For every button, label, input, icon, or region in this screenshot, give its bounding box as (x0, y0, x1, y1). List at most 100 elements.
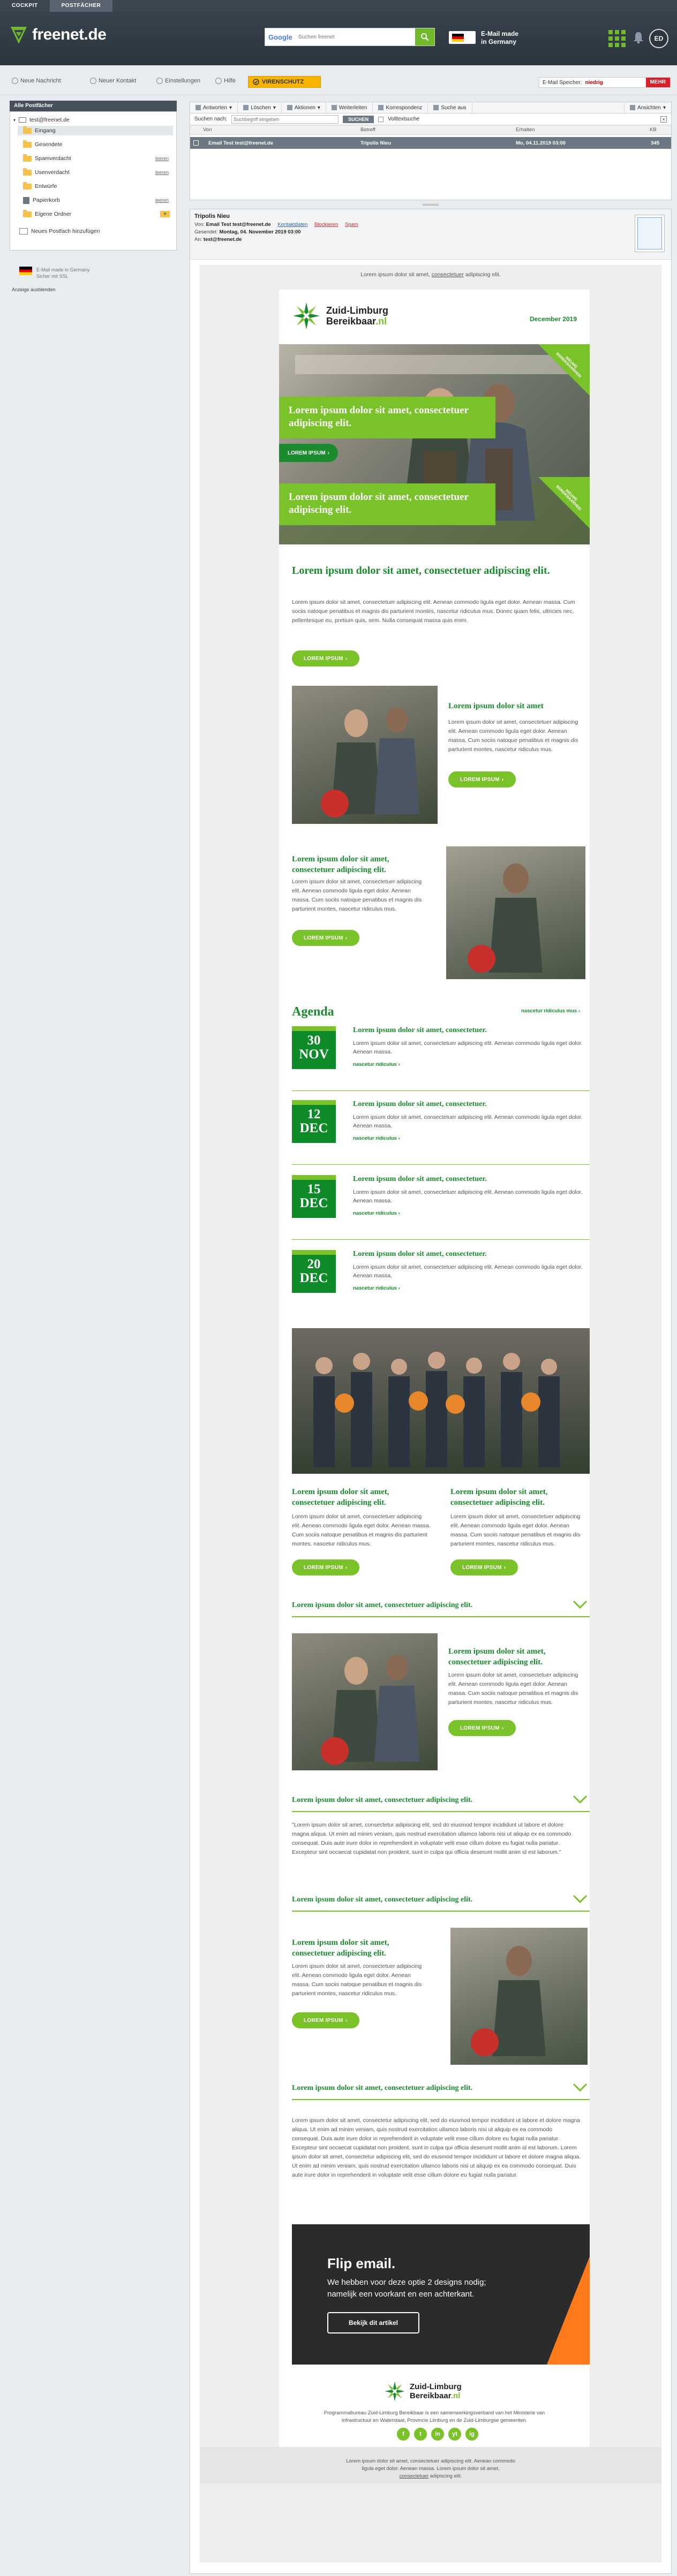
block4-button[interactable]: LOREM IPSUM › (292, 2012, 359, 2028)
agenda-item[interactable]: 15 DEC Lorem ipsum dolor sit amet, consec… (292, 1175, 590, 1245)
long-text: Lorem ipsum dolor sit amet, consectetur … (292, 2117, 581, 2178)
flip-accent (547, 2256, 590, 2365)
sidebar-item-spamverdacht[interactable]: Spamverdacht leeren (23, 154, 173, 163)
agenda-more-link[interactable]: nascetur ridiculus mus › (521, 1008, 580, 1014)
search-off-button[interactable]: Suche aus (428, 102, 472, 113)
twitter-icon[interactable]: t (414, 2428, 427, 2441)
table-row[interactable]: Email Test test@freenet.de Tripolis Nieu… (190, 137, 671, 149)
more-storage-button[interactable]: MEHR (645, 78, 670, 87)
col-betreff[interactable]: Betreff (360, 127, 375, 133)
help-button[interactable]: Hilfe (215, 78, 236, 84)
freenet-logo[interactable]: freenet.de (10, 25, 107, 45)
agenda-item[interactable]: 12 DEC Lorem ipsum dolor sit amet, consec… (292, 1100, 590, 1170)
sidebar-item-eingang[interactable]: Eingang (18, 126, 173, 135)
hero-image: NIEUWE BEREIKBAARHEID Lorem ipsum dolor … (279, 344, 590, 544)
hide-ads-link[interactable]: Anzeige ausblenden (12, 287, 56, 292)
agenda-link[interactable]: nascetur ridiculus › (353, 1210, 400, 1216)
delete-button[interactable]: Löschen ▾ (238, 102, 282, 113)
trash-icon (243, 105, 249, 110)
intro-title: Lorem ipsum dolor sit amet, consectetuer… (292, 565, 550, 577)
pane-splitter[interactable] (190, 202, 672, 207)
linkedin-icon[interactable]: in (431, 2428, 444, 2441)
actions-button[interactable]: Aktionen ▾ (282, 102, 326, 113)
search-button[interactable] (415, 28, 434, 46)
sidebar-account[interactable]: ▾ test@freenet.de (13, 115, 70, 125)
google-label: Google (268, 33, 292, 41)
correspondence-button[interactable]: Korrespondenz (373, 102, 428, 113)
agenda-link[interactable]: nascetur ridiculus › (353, 1135, 400, 1141)
print-thumbnail[interactable] (635, 215, 665, 252)
plus-icon (90, 78, 96, 84)
col1-button[interactable]: LOREM IPSUM › (292, 1559, 359, 1575)
preheader-link[interactable]: consectetuer (432, 271, 464, 278)
empty-folder-link[interactable]: leeren (155, 170, 169, 175)
spam-link[interactable]: Spam (345, 222, 358, 228)
footer-link[interactable]: consectetuer (400, 2473, 428, 2479)
virus-protection-button[interactable]: VIRENSCHUTZ (248, 76, 321, 88)
accordion-3[interactable]: Lorem ipsum dolor sit amet, consectetuer… (292, 1888, 590, 1912)
block3-button[interactable]: LOREM IPSUM › (448, 1720, 516, 1736)
agenda-item[interactable]: 30 NOV Lorem ipsum dolor sit amet, consec… (292, 1026, 590, 1096)
new-message-button[interactable]: Neue Nachricht (12, 78, 61, 84)
apps-grid-icon[interactable] (608, 30, 626, 47)
col-von[interactable]: Von (203, 127, 212, 133)
newsletter-wrapper: Lorem ipsum dolor sit amet, consectetuer… (200, 265, 661, 2563)
col-kb[interactable]: KB (650, 127, 657, 133)
view-button[interactable]: Ansichten ▾ (624, 102, 671, 113)
mail-search-button[interactable]: SUCHEN (343, 115, 374, 123)
app-header: freenet.de Google E-Mail made in Germany… (0, 12, 677, 65)
forward-button[interactable]: Weiterleiten (326, 102, 373, 113)
fulltext-checkbox[interactable] (378, 116, 384, 122)
empty-folder-link[interactable]: leeren (155, 156, 169, 161)
reply-button[interactable]: Antworten ▾ (190, 102, 238, 113)
mail-list-header: Von Betreff Erhalten KB (190, 125, 671, 135)
row-checkbox[interactable] (193, 140, 199, 146)
zuid-limburg-logo[interactable]: Zuid-Limburg Bereikbaar.nl (292, 301, 388, 330)
close-icon[interactable]: × (660, 116, 667, 123)
social-links: f t in yt ig (397, 2428, 478, 2441)
accordion-2[interactable]: Lorem ipsum dolor sit amet, consectetuer… (292, 1789, 590, 1812)
youtube-icon[interactable]: yt (448, 2428, 461, 2441)
flip-button[interactable]: Bekijk dit artikel (327, 2312, 419, 2333)
settings-button[interactable]: Einstellungen (156, 78, 200, 84)
sidebar-item-eigene-ordner[interactable]: Eigene Ordner + (23, 209, 173, 219)
block2-button[interactable]: LOREM IPSUM › (292, 930, 359, 946)
accordion-1[interactable]: Lorem ipsum dolor sit amet, consectetuer… (292, 1594, 590, 1617)
mail-search-input[interactable] (231, 115, 339, 124)
date-badge: 20 DEC (292, 1250, 336, 1293)
sidebar-item-entwuerfe[interactable]: Entwürfe (23, 181, 57, 191)
agenda-item[interactable]: 20 DEC Lorem ipsum dolor sit amet, consec… (292, 1250, 590, 1320)
block-link[interactable]: Blockieren (314, 222, 338, 228)
block1-button[interactable]: LOREM IPSUM › (448, 771, 516, 787)
sidebar-item-usenverdacht[interactable]: Usenverdacht leeren (23, 168, 173, 177)
sidebar-item-papierkorb[interactable]: Papierkorb leeren (23, 195, 173, 205)
view-icon (630, 105, 636, 110)
hero-button[interactable]: LOREM IPSUM › (279, 444, 338, 462)
bell-icon[interactable] (633, 31, 644, 44)
agenda-link[interactable]: nascetur ridiculus › (353, 1285, 400, 1291)
footer-logo[interactable]: Zuid-Limburg Bereikbaar.nl (384, 2381, 462, 2402)
add-mailbox-link[interactable]: Neues Postfach hinzufügen (19, 228, 100, 234)
facebook-icon[interactable]: f (397, 2428, 410, 2441)
chevron-right-icon: › (501, 776, 504, 783)
col2-button[interactable]: LOREM IPSUM › (450, 1559, 518, 1575)
tab-cockpit[interactable]: COCKPIT (0, 0, 50, 12)
accordion-4[interactable]: Lorem ipsum dolor sit amet, consectetuer… (292, 2077, 590, 2100)
col-erhalten[interactable]: Erhalten (516, 127, 535, 133)
empty-folder-link[interactable]: leeren (155, 198, 169, 203)
agenda-link[interactable]: nascetur ridiculus › (353, 1062, 400, 1067)
tab-postfaecher[interactable]: POSTFÄCHER (49, 0, 113, 12)
block1-title: Lorem ipsum dolor sit amet (448, 702, 544, 710)
avatar[interactable]: ED (649, 29, 668, 48)
date-badge: 30 NOV (292, 1026, 336, 1069)
add-folder-icon[interactable]: + (160, 211, 170, 217)
hero-ribbon (538, 344, 590, 396)
search-input[interactable] (298, 29, 411, 44)
instagram-icon[interactable]: ig (465, 2428, 478, 2441)
sidebar-item-gesendete[interactable]: Gesendete (23, 140, 62, 149)
block1-people-illustration (321, 707, 419, 817)
new-contact-button[interactable]: Neuer Kontakt (90, 78, 136, 84)
contact-link[interactable]: Kontaktdaten (277, 222, 307, 228)
chevron-down-icon (573, 2083, 588, 2092)
intro-button[interactable]: LOREM IPSUM › (292, 650, 359, 666)
